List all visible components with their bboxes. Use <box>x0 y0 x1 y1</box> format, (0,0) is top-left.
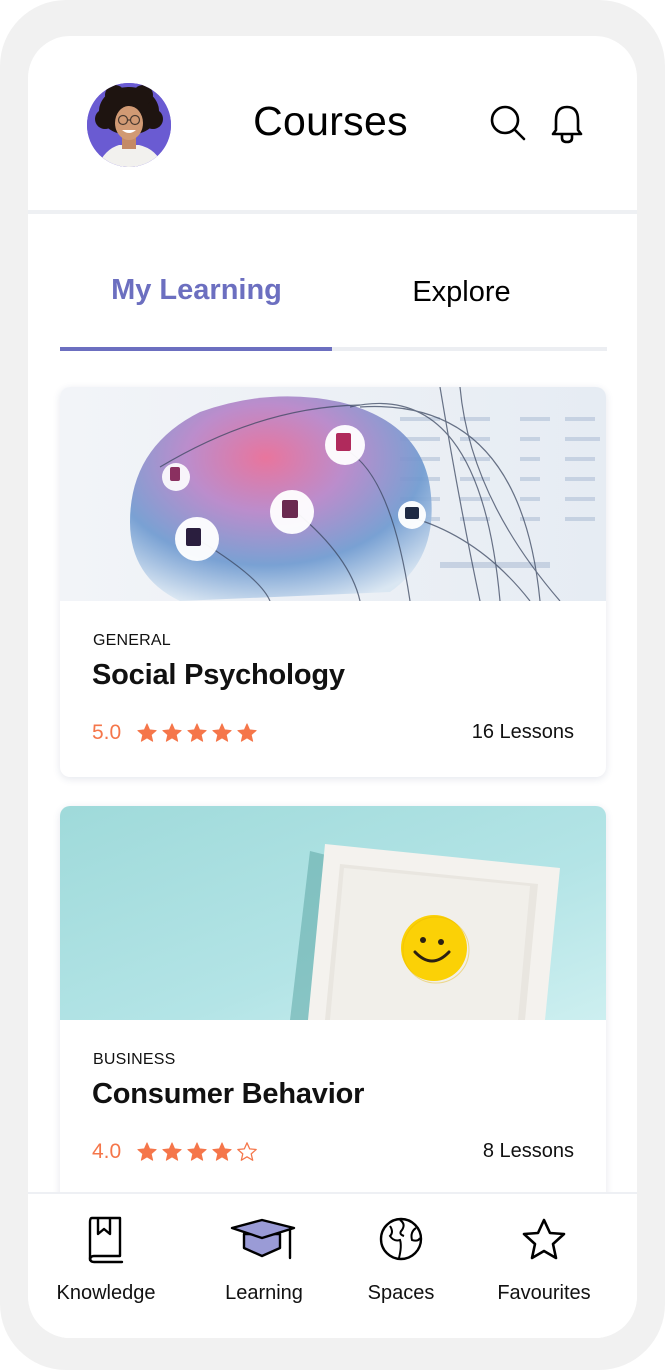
course-card[interactable]: BUSINESS Consumer Behavior 4.0 8 Lessons <box>60 806 606 1226</box>
course-category: GENERAL <box>93 632 171 649</box>
bell-icon <box>551 105 583 144</box>
page-title-text: Courses <box>253 98 408 144</box>
nav-label: Spaces <box>367 1282 435 1304</box>
star-filled-icon <box>137 723 157 742</box>
app-screen: Courses My Learning Explore GENERAL Soci… <box>28 36 637 1338</box>
nav-item-knowledge[interactable]: Knowledge <box>31 1194 181 1324</box>
rating-value: 5.0 <box>92 721 122 744</box>
search-icon <box>490 105 526 141</box>
course-card[interactable]: GENERAL Social Psychology 5.0 16 Lessons <box>60 387 606 777</box>
nav-item-spaces[interactable]: Spaces <box>326 1194 476 1324</box>
nav-item-favourites[interactable]: Favourites <box>469 1194 619 1324</box>
tab-explore[interactable]: Explore <box>325 276 598 309</box>
star-filled-icon <box>137 1142 157 1161</box>
globe-icon <box>378 1216 424 1267</box>
star-filled-icon <box>187 723 207 742</box>
lesson-count: 16 Lessons <box>471 721 574 743</box>
star-filled-icon <box>162 723 182 742</box>
course-title[interactable]: Consumer Behavior <box>92 1078 364 1111</box>
app-header: Courses <box>28 36 637 210</box>
star-filled-icon <box>237 723 257 742</box>
book-icon <box>84 1216 128 1271</box>
search-button[interactable] <box>488 104 528 144</box>
lesson-count: 8 Lessons <box>482 1140 574 1162</box>
star-filled-icon <box>187 1142 207 1161</box>
course-rating: 4.0 8 Lessons <box>92 1140 574 1164</box>
nav-item-learning[interactable]: Learning <box>189 1194 339 1324</box>
course-image-smiley <box>60 806 606 1020</box>
tab-bar: My Learning Explore <box>60 256 607 356</box>
star-empty-icon <box>237 1142 257 1161</box>
page-title: Courses <box>28 98 637 145</box>
rating-stars <box>136 1141 258 1163</box>
star-filled-icon <box>212 1142 232 1161</box>
star-icon <box>520 1216 568 1267</box>
course-title[interactable]: Social Psychology <box>92 659 345 692</box>
course-category: BUSINESS <box>93 1051 176 1068</box>
header-divider <box>28 210 637 214</box>
star-filled-icon <box>212 723 232 742</box>
nav-label: Favourites <box>497 1282 591 1304</box>
tab-active-indicator <box>60 347 332 351</box>
course-image-brain <box>60 387 606 601</box>
course-rating: 5.0 16 Lessons <box>92 721 574 745</box>
nav-label: Knowledge <box>56 1282 156 1304</box>
rating-stars <box>136 722 258 744</box>
rating-value: 4.0 <box>92 1140 122 1163</box>
bottom-navigation: Knowledge Learning Spaces Favourites <box>28 1192 637 1338</box>
star-filled-icon <box>162 1142 182 1161</box>
notifications-button[interactable] <box>547 104 587 144</box>
graduation-cap-icon <box>230 1216 298 1267</box>
nav-label: Learning <box>225 1282 303 1304</box>
tab-my-learning[interactable]: My Learning <box>60 274 333 307</box>
